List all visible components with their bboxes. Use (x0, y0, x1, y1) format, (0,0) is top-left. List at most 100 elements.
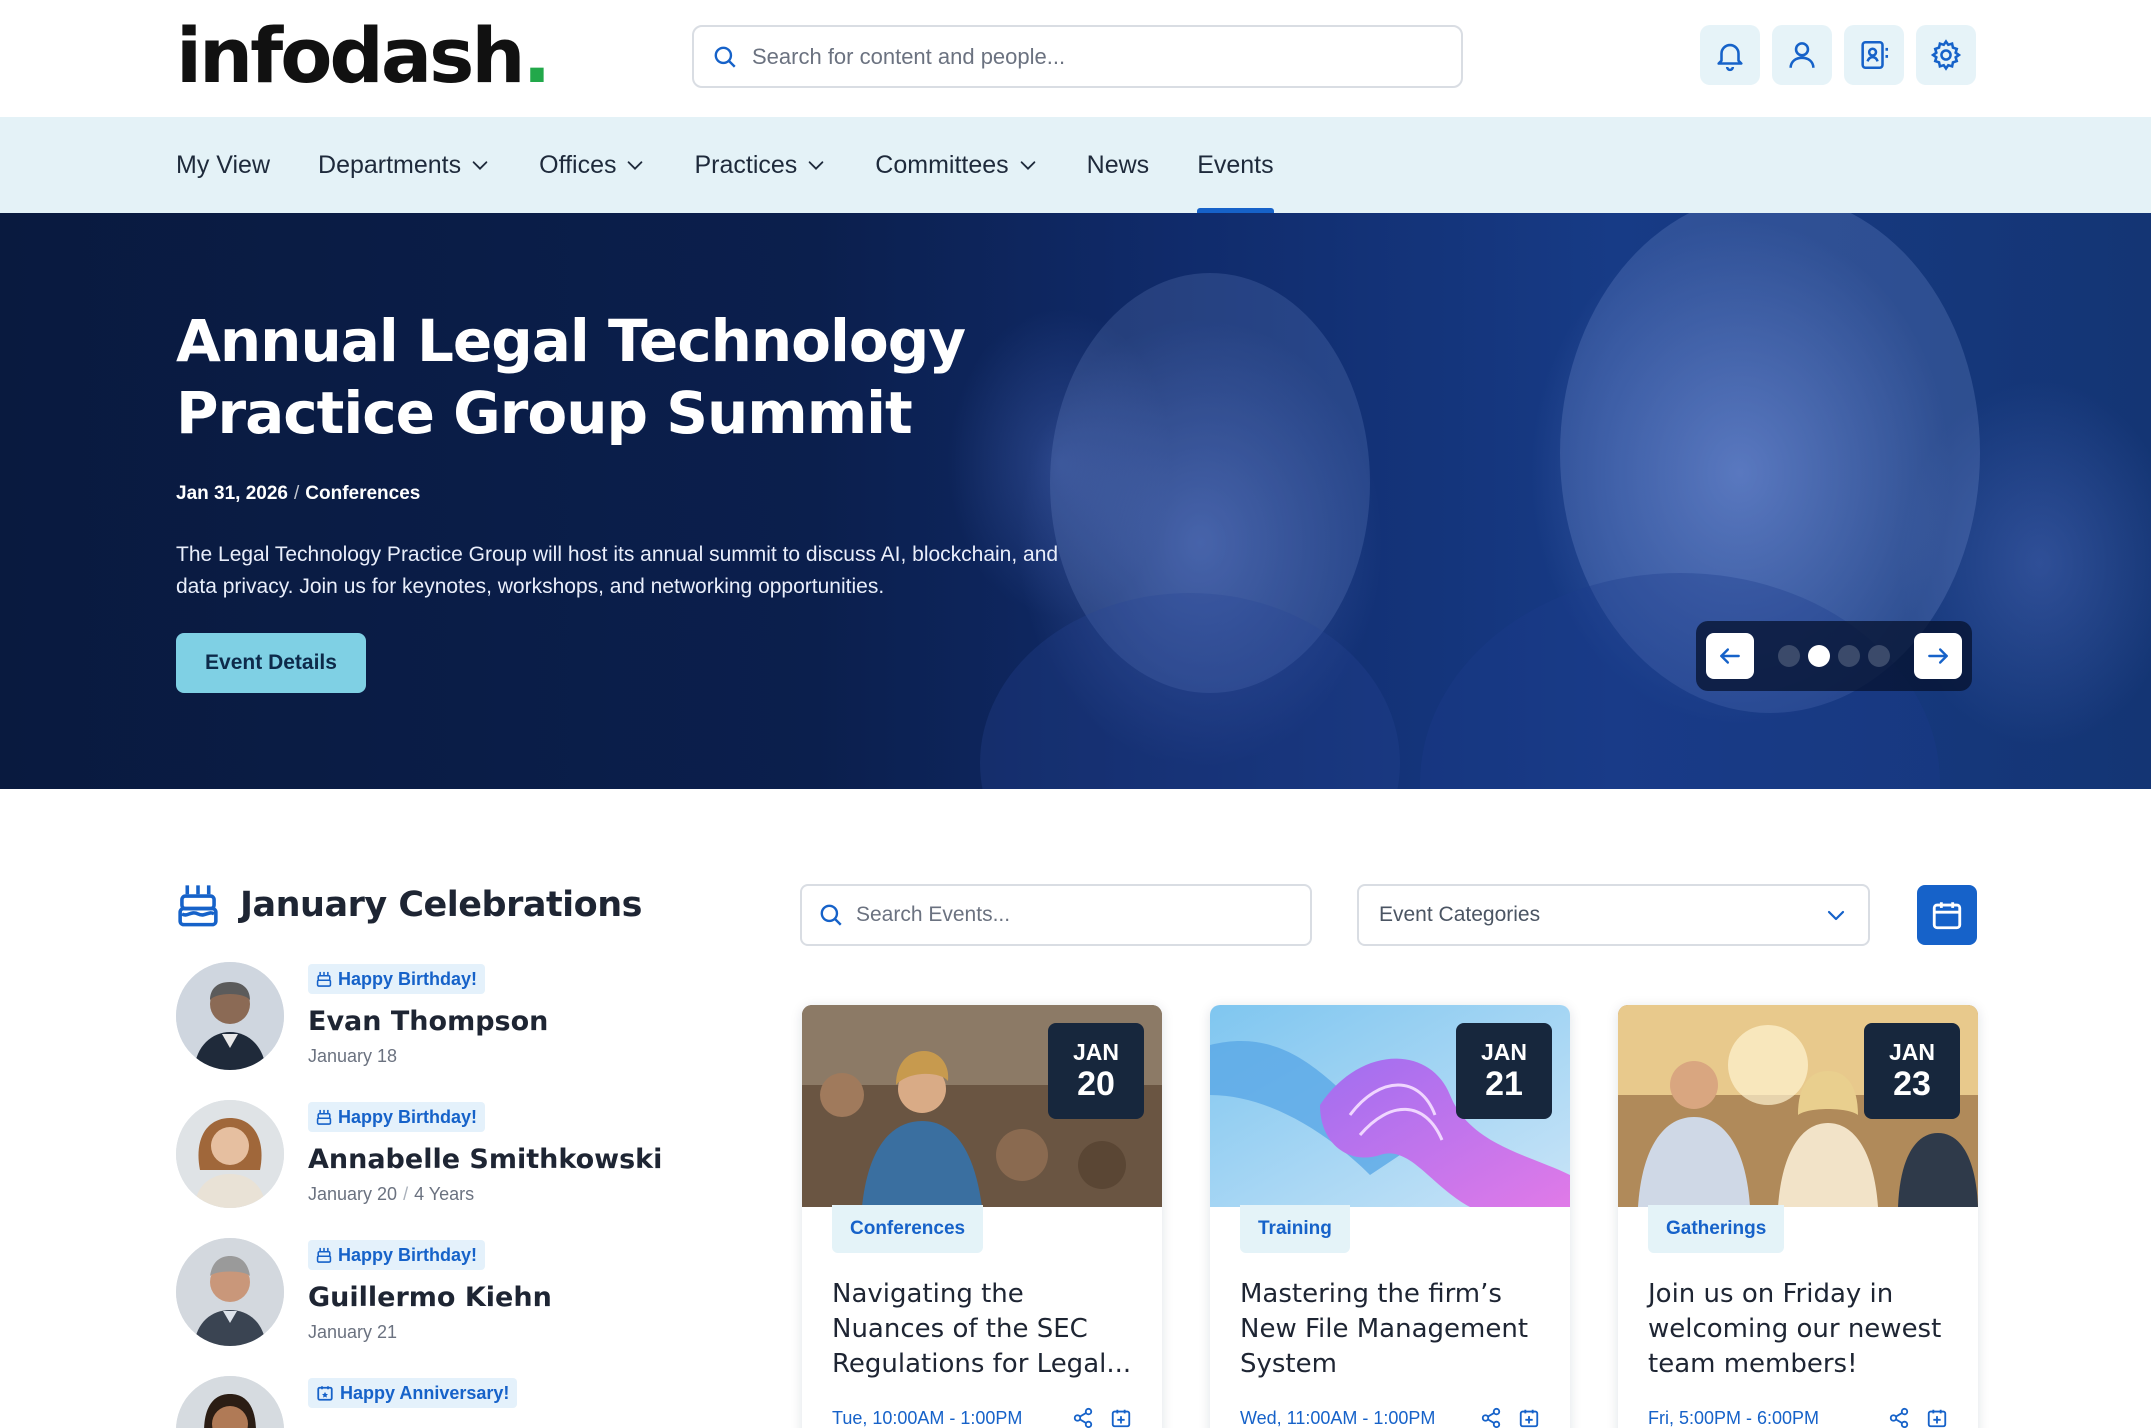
nav-item-offices[interactable]: Offices (539, 117, 646, 213)
arrow-right-icon (1928, 648, 1948, 664)
event-month: JAN (1480, 1039, 1527, 1065)
event-date-badge: JAN 21 (1456, 1023, 1552, 1119)
carousel-dot[interactable] (1778, 645, 1800, 667)
share-button[interactable] (1072, 1407, 1094, 1428)
carousel-dot[interactable] (1838, 645, 1860, 667)
share-icon (1481, 1407, 1501, 1428)
calendar-view-button[interactable] (1917, 885, 1977, 945)
celebration-item[interactable]: Happy Anniversary! (176, 1376, 676, 1428)
nav-item-label: News (1086, 150, 1150, 179)
event-time: Wed, 11:00AM - 1:00PM (1240, 1407, 1436, 1428)
search-input[interactable] (752, 43, 1432, 70)
hero-banner: Annual Legal Technology Practice Group S… (0, 213, 2151, 789)
hero-description: The Legal Technology Practice Group will… (176, 543, 1059, 598)
nav-item-committees[interactable]: Committees (875, 117, 1038, 213)
event-category-tag[interactable]: Gatherings (1648, 1205, 1785, 1253)
carousel-next-button[interactable] (1914, 633, 1962, 679)
chevron-down-icon (472, 161, 488, 170)
brand-logo[interactable]: infodash. (176, 18, 551, 94)
carousel-dot[interactable] (1808, 645, 1830, 667)
event-footer: Wed, 11:00AM - 1:00PM (1240, 1407, 1540, 1428)
birthday-badge: Happy Birthday! (308, 964, 486, 994)
calendar-add-icon (1519, 1409, 1539, 1428)
chevron-down-icon (1020, 161, 1036, 170)
share-icon (1889, 1407, 1909, 1428)
celebration-item[interactable]: Happy Birthday! Evan Thompson January 18 (176, 962, 676, 1074)
years-text: 4 Years (414, 1184, 475, 1204)
global-search[interactable] (692, 25, 1463, 88)
avatar (176, 1238, 284, 1346)
nav-item-label: Practices (694, 150, 798, 179)
arrow-left-icon (1720, 648, 1740, 664)
nav-item-news[interactable]: News (1087, 117, 1150, 213)
date-text: January 21 (308, 1322, 398, 1342)
add-to-calendar-button[interactable] (1518, 1407, 1540, 1428)
calendar-star-icon (317, 1386, 333, 1401)
notifications-button[interactable] (1700, 25, 1760, 85)
add-to-calendar-button[interactable] (1926, 1407, 1948, 1428)
event-details-button[interactable]: Event Details (176, 633, 366, 693)
bell-icon (1717, 43, 1743, 72)
event-search-input[interactable] (856, 903, 1296, 927)
carousel-prev-button[interactable] (1706, 633, 1754, 679)
nav-item-my-view[interactable]: My View (176, 117, 270, 213)
nav-item-label: Committees (875, 150, 1009, 179)
carousel-dots (1778, 645, 1890, 667)
date-text: January 18 (308, 1046, 398, 1066)
brand-dot: . (522, 11, 551, 100)
celebration-date: January 21 (308, 1322, 397, 1343)
event-footer: Fri, 5:00PM - 6:00PM (1648, 1407, 1948, 1428)
hero-category[interactable]: Conferences (305, 483, 420, 504)
celebration-item[interactable]: Happy Birthday! Guillermo Kiehn January … (176, 1238, 676, 1350)
share-button[interactable] (1888, 1407, 1910, 1428)
main-nav: My View Departments Offices Practices Commit… (0, 117, 2151, 213)
cake-icon (316, 971, 332, 987)
cake-icon (178, 885, 218, 927)
nav-item-departments[interactable]: Departments (318, 117, 491, 213)
nav-item-label: Offices (539, 150, 617, 179)
share-button[interactable] (1480, 1407, 1502, 1428)
event-categories-select[interactable]: Event Categories (1357, 884, 1870, 946)
event-category-tag[interactable]: Training (1240, 1205, 1350, 1253)
event-footer: Tue, 10:00AM - 1:00PM (832, 1407, 1132, 1428)
nav-item-label: Events (1197, 150, 1274, 179)
calendar-add-icon (1927, 1409, 1947, 1428)
brand-name: infodash (176, 11, 525, 100)
badge-label: Happy Birthday! (338, 968, 478, 989)
nav-item-events[interactable]: Events (1197, 117, 1275, 213)
birthday-badge: Happy Birthday! (308, 1102, 486, 1132)
settings-button[interactable] (1916, 25, 1976, 85)
badge-label: Happy Birthday! (338, 1106, 478, 1127)
event-time: Fri, 5:00PM - 6:00PM (1648, 1407, 1820, 1428)
carousel-dot[interactable] (1868, 645, 1890, 667)
nav-item-practices[interactable]: Practices (694, 117, 827, 213)
event-title[interactable]: Join us on Friday in welcoming our newes… (1648, 1277, 1958, 1382)
person-name: Evan Thompson (308, 1006, 549, 1037)
search-icon (820, 904, 842, 926)
calendar-add-icon (1111, 1409, 1131, 1428)
event-day: 20 (1077, 1065, 1115, 1103)
event-date-badge: JAN 23 (1864, 1023, 1960, 1119)
chevron-down-icon (808, 161, 824, 170)
nav-items: My View Departments Offices Practices Commit… (176, 117, 1322, 213)
event-date-badge: JAN 20 (1048, 1023, 1144, 1119)
header-actions (1700, 25, 1976, 85)
celebration-item[interactable]: Happy Birthday! Annabelle Smithkowski Ja… (176, 1100, 676, 1212)
profile-button[interactable] (1772, 25, 1832, 85)
event-title[interactable]: Navigating the Nuances of the SEC Regula… (832, 1277, 1142, 1382)
search-icon (714, 46, 736, 68)
hero-photo-shape (980, 593, 1400, 789)
user-icon (1789, 42, 1815, 68)
event-day: 23 (1893, 1065, 1931, 1103)
event-search[interactable] (800, 884, 1312, 946)
share-icon (1073, 1407, 1093, 1428)
anniversary-badge: Happy Anniversary! (308, 1378, 518, 1408)
event-title[interactable]: Mastering the firm’s New File Management… (1240, 1277, 1550, 1382)
event-category-tag[interactable]: Conferences (832, 1205, 984, 1253)
event-card[interactable]: JAN 21 Training Mastering the firm’s New… (1210, 1005, 1570, 1428)
add-to-calendar-button[interactable] (1110, 1407, 1132, 1428)
hero-meta-separator: / (293, 483, 300, 504)
event-card[interactable]: JAN 23 Gatherings Join us on Friday in w… (1618, 1005, 1978, 1428)
directory-button[interactable] (1844, 25, 1904, 85)
event-card[interactable]: JAN 20 Conferences Navigating the Nuance… (802, 1005, 1162, 1428)
